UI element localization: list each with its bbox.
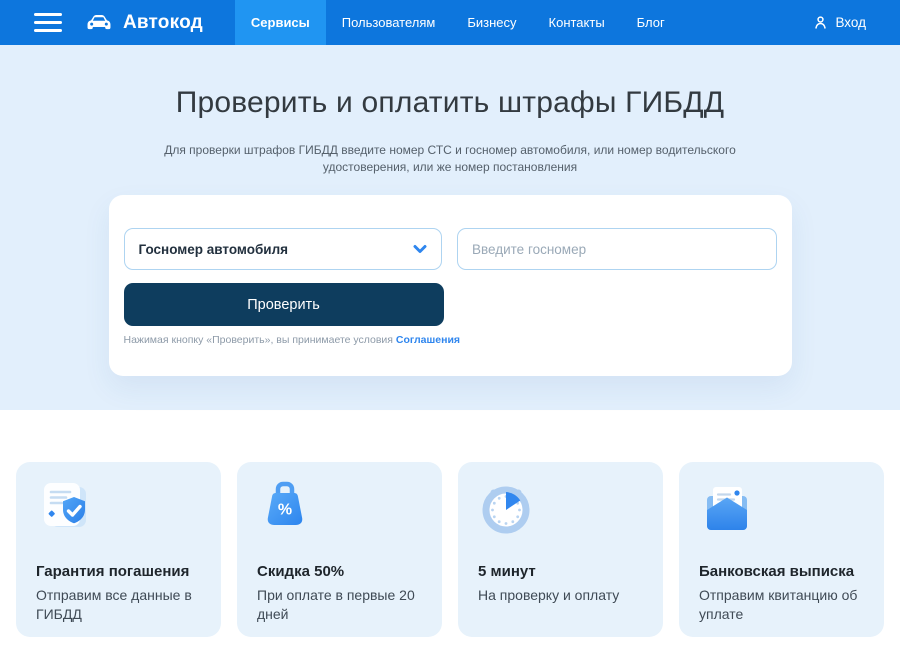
nav-item-blog[interactable]: Блог bbox=[621, 0, 681, 45]
nav-item-services[interactable]: Сервисы bbox=[235, 0, 326, 45]
disclaimer: Нажимая кнопку «Проверить», вы принимает… bbox=[124, 334, 777, 346]
features-row: Гарантия погашения Отправим все данные в… bbox=[0, 462, 900, 637]
person-icon bbox=[813, 15, 828, 30]
percent-symbol: % bbox=[278, 502, 292, 519]
nav-item-users[interactable]: Пользователям bbox=[326, 0, 452, 45]
document-shield-icon bbox=[36, 480, 201, 562]
feature-title: Скидка 50% bbox=[257, 563, 422, 580]
feature-card-speed: 5 минут На проверку и оплату bbox=[458, 462, 663, 637]
feature-text: Отправим все данные в ГИБДД bbox=[36, 586, 201, 624]
login-button[interactable]: Вход bbox=[813, 0, 866, 45]
nav-item-contacts[interactable]: Контакты bbox=[533, 0, 621, 45]
document-type-value: Госномер автомобиля bbox=[139, 242, 289, 257]
logo[interactable]: Автокод bbox=[84, 0, 203, 45]
feature-text: На проверку и оплату bbox=[478, 586, 643, 605]
feature-card-guarantee: Гарантия погашения Отправим все данные в… bbox=[16, 462, 221, 637]
feature-title: Гарантия погашения bbox=[36, 563, 201, 580]
fines-check-form: Госномер автомобиля Проверить Нажимая кн… bbox=[109, 195, 792, 376]
check-button[interactable]: Проверить bbox=[124, 283, 444, 326]
document-type-select[interactable]: Госномер автомобиля bbox=[124, 228, 443, 270]
plate-number-input[interactable] bbox=[457, 228, 777, 270]
hamburger-menu-icon[interactable] bbox=[34, 0, 62, 45]
feature-text: Отправим квитанцию об уплате bbox=[699, 586, 864, 624]
car-icon bbox=[84, 13, 114, 33]
page-subtitle: Для проверки штрафов ГИБДД введите номер… bbox=[160, 142, 740, 176]
chevron-down-icon bbox=[413, 244, 427, 254]
login-label: Вход bbox=[835, 15, 866, 30]
feature-text: При оплате в первые 20 дней bbox=[257, 586, 422, 624]
feature-card-statement: Банковская выписка Отправим квитанцию об… bbox=[679, 462, 884, 637]
top-navbar: Автокод Сервисы Пользователям Бизнесу Ко… bbox=[0, 0, 900, 45]
feature-card-discount: % Скидка 50% При оплате в первые 20 дней bbox=[237, 462, 442, 637]
page-title: Проверить и оплатить штрафы ГИБДД bbox=[0, 45, 900, 120]
main-nav: Сервисы Пользователям Бизнесу Контакты Б… bbox=[235, 0, 681, 45]
nav-item-business[interactable]: Бизнесу bbox=[451, 0, 532, 45]
feature-title: 5 минут bbox=[478, 563, 643, 580]
hero-section: Проверить и оплатить штрафы ГИБДД Для пр… bbox=[0, 45, 900, 410]
clock-icon bbox=[478, 480, 643, 562]
discount-bag-icon: % bbox=[257, 480, 422, 562]
agreement-link[interactable]: Соглашения bbox=[396, 334, 460, 346]
disclaimer-text: Нажимая кнопку «Проверить», вы принимает… bbox=[124, 334, 396, 346]
feature-title: Банковская выписка bbox=[699, 563, 864, 580]
logo-text: Автокод bbox=[123, 12, 203, 34]
envelope-icon bbox=[699, 480, 864, 562]
